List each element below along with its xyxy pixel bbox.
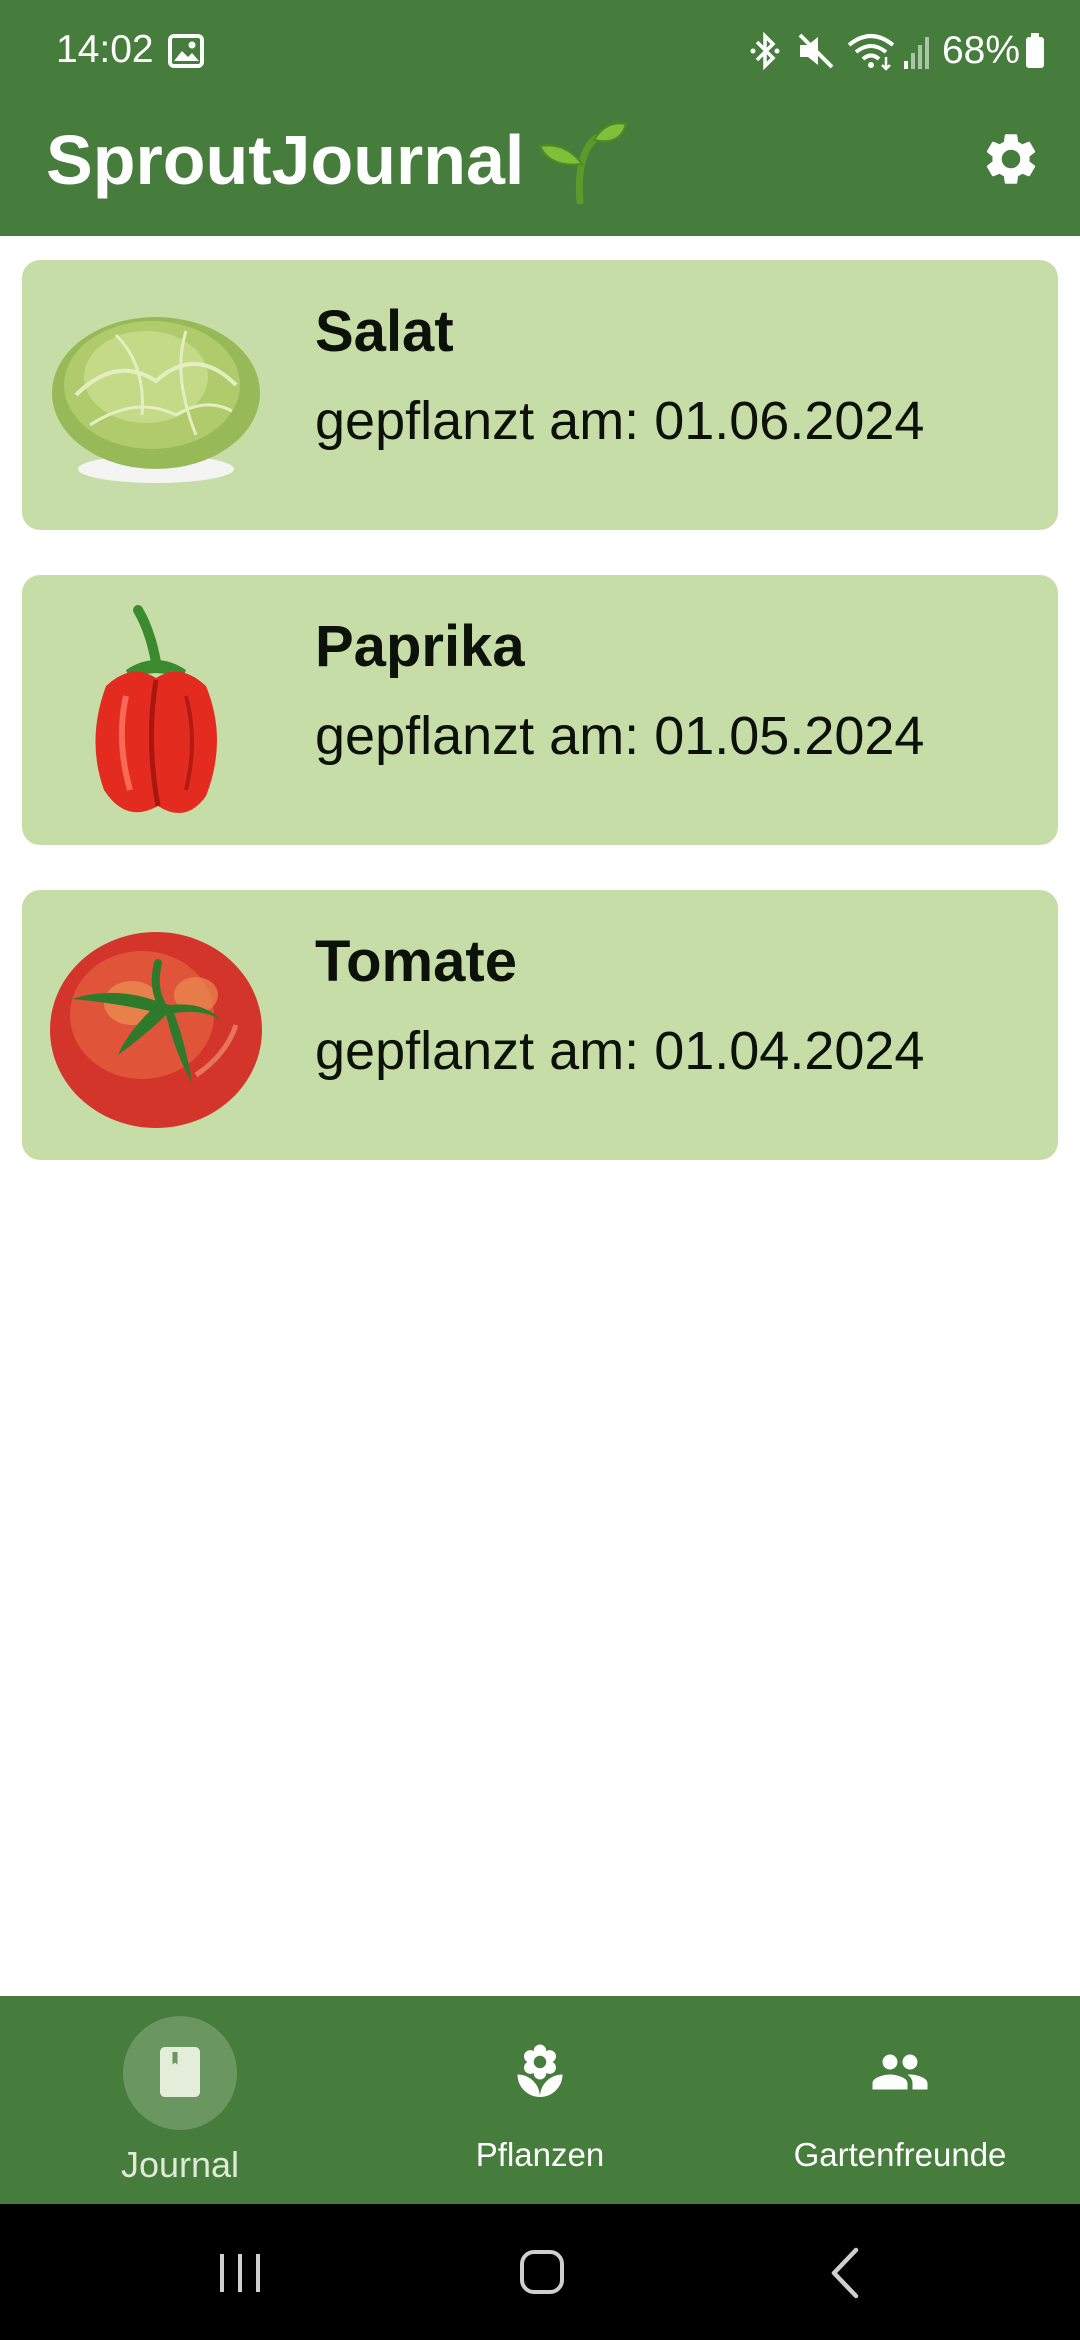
nav-label: Pflanzen [475,2136,605,2173]
nav-label: Journal [120,2144,240,2185]
system-nav-bar [0,2204,1080,2340]
nav-item-pflanzen[interactable]: Pflanzen [360,1996,720,2204]
plant-name: Salat [315,299,454,364]
status-time: 14:02 [56,28,154,71]
lettuce-image [52,317,260,483]
app-bar: SproutJournal [0,100,1080,236]
home-button[interactable] [502,2238,582,2308]
nav-item-journal[interactable]: Journal [0,1996,360,2204]
book-icon [160,2047,200,2097]
status-bar: 14:02 68% [0,0,1080,100]
tomato-image [50,932,262,1128]
plant-date: gepflanzt am: 01.04.2024 [315,1021,925,1081]
flower-icon [517,2044,563,2097]
people-icon [872,2054,928,2090]
status-icons: 68% [748,26,1046,76]
wifi-icon [847,34,895,71]
plant-name: Paprika [315,614,525,679]
app-title: SproutJournal [46,121,525,199]
bottom-nav: Journal Pflanzen Gartenfreunde [0,1996,1080,2204]
plant-list: Salat gepflanzt am: 01.06.2024 Paprika g… [22,260,1058,1205]
sprout-icon [538,122,628,204]
plant-card-paprika[interactable]: Paprika gepflanzt am: 01.05.2024 [22,575,1058,845]
nav-item-gartenfreunde[interactable]: Gartenfreunde [720,1996,1080,2204]
plant-name: Tomate [315,929,517,994]
gear-icon[interactable] [980,128,1042,190]
recents-button[interactable] [200,2238,280,2308]
plant-date: gepflanzt am: 01.05.2024 [315,706,925,766]
signal-icon [903,37,929,69]
battery-percent: 68% [941,29,1020,72]
mute-icon [798,33,834,69]
plant-card-tomate[interactable]: Tomate gepflanzt am: 01.04.2024 [22,890,1058,1160]
gallery-icon [168,34,204,68]
bluetooth-icon [750,31,780,71]
plant-date: gepflanzt am: 01.06.2024 [315,391,925,451]
bell-pepper-image [95,605,217,814]
plant-card-salat[interactable]: Salat gepflanzt am: 01.06.2024 [22,260,1058,530]
nav-label: Gartenfreunde [793,2136,1007,2173]
battery-icon [1026,33,1044,68]
back-button[interactable] [806,2238,886,2308]
